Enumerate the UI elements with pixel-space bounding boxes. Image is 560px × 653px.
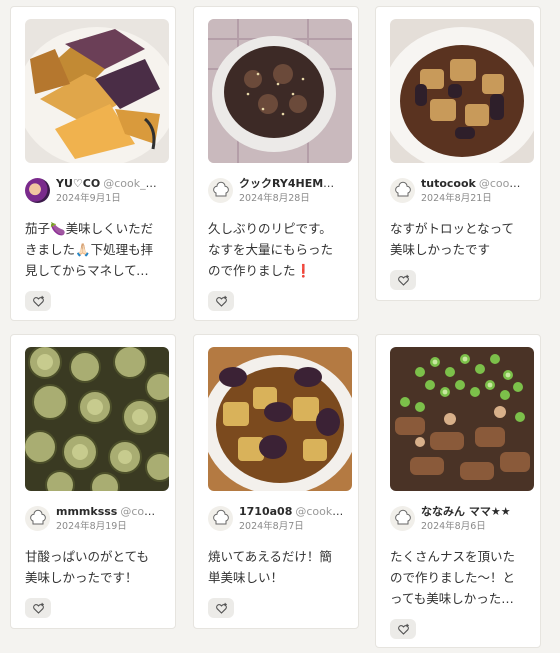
user-name[interactable]: YU♡CO bbox=[56, 177, 100, 190]
heart-plus-icon bbox=[215, 295, 227, 307]
dish-photo[interactable] bbox=[25, 19, 169, 163]
cooksnap-card[interactable]: ななみん ママ★★ 2024年8月6日 たくさんナスを頂いたので作りました〜！と… bbox=[375, 334, 541, 648]
heart-plus-icon bbox=[215, 602, 227, 614]
chef-hat-icon bbox=[212, 509, 229, 524]
heart-plus-icon bbox=[397, 623, 409, 635]
dish-photo[interactable] bbox=[390, 19, 534, 163]
avatar[interactable] bbox=[390, 178, 415, 203]
cooksnap-card[interactable]: tutocook@cook_40... 2024年8月21日 なすがトロッとなっ… bbox=[375, 6, 541, 301]
cooksnap-card[interactable]: クックRY4HEM☆@... 2024年8月28日 久しぶりのリピです。なすを大… bbox=[193, 6, 359, 321]
avatar[interactable] bbox=[208, 178, 233, 203]
reaction-button[interactable] bbox=[25, 598, 51, 618]
user-row[interactable]: 1710a08@cook_40... 2024年8月7日 bbox=[208, 505, 344, 537]
user-row[interactable]: mmmksss@cook_4... 2024年8月19日 bbox=[25, 505, 161, 537]
user-handle: @cook_4... bbox=[120, 505, 161, 518]
reaction-button[interactable] bbox=[208, 598, 234, 618]
avatar[interactable] bbox=[25, 178, 50, 203]
avatar[interactable] bbox=[208, 506, 233, 531]
comment-text: 甘酸っぱいのがとても美味しかったです！ bbox=[25, 549, 150, 585]
post-date: 2024年9月1日 bbox=[56, 193, 121, 204]
reaction-button[interactable] bbox=[25, 291, 51, 311]
user-name[interactable]: tutocook bbox=[421, 177, 476, 190]
user-row[interactable]: ななみん ママ★★ 2024年8月6日 bbox=[390, 505, 526, 537]
user-row[interactable]: YU♡CO@cook_404... 2024年9月1日 bbox=[25, 177, 161, 209]
dish-photo[interactable] bbox=[208, 347, 352, 491]
post-date: 2024年8月6日 bbox=[421, 521, 486, 532]
heart-plus-icon bbox=[32, 602, 44, 614]
user-name[interactable]: クックRY4HEM☆ bbox=[239, 177, 334, 190]
avatar[interactable] bbox=[390, 506, 415, 531]
comment-text: たくさんナスを頂いたので作りました〜！とっても美味しかったです☆ bbox=[390, 549, 516, 606]
user-handle: @... bbox=[336, 177, 344, 190]
dish-photo[interactable] bbox=[208, 19, 352, 163]
user-name[interactable]: 1710a08 bbox=[239, 505, 292, 518]
reaction-button[interactable] bbox=[390, 619, 416, 639]
avatar[interactable] bbox=[25, 506, 50, 531]
reaction-button[interactable] bbox=[390, 270, 416, 290]
dish-photo[interactable] bbox=[25, 347, 169, 491]
comment-text: なすがトロッとなって美味しかったです bbox=[390, 221, 515, 257]
user-row[interactable]: クックRY4HEM☆@... 2024年8月28日 bbox=[208, 177, 344, 209]
comment-text: 焼いてあえるだけ！簡単美味しい！ bbox=[208, 549, 332, 585]
cooksnap-card[interactable]: 1710a08@cook_40... 2024年8月7日 焼いてあえるだけ！簡単… bbox=[193, 334, 359, 629]
cooksnap-card[interactable]: YU♡CO@cook_404... 2024年9月1日 茄子🍆美味しくいただきま… bbox=[10, 6, 176, 321]
user-handle: @cook_40... bbox=[478, 177, 526, 190]
post-date: 2024年8月21日 bbox=[421, 193, 492, 204]
comment-text: 久しぶりのリピです。なすを大量にもらったので作りました❗ bbox=[208, 221, 334, 278]
reaction-button[interactable] bbox=[208, 291, 234, 311]
heart-plus-icon bbox=[397, 274, 409, 286]
user-handle: @cook_40... bbox=[295, 505, 344, 518]
chef-hat-icon bbox=[394, 181, 411, 196]
post-date: 2024年8月7日 bbox=[239, 521, 304, 532]
user-name[interactable]: ななみん ママ★★ bbox=[421, 505, 511, 518]
dish-photo[interactable] bbox=[390, 347, 534, 491]
chef-hat-icon bbox=[29, 509, 46, 524]
user-handle: @cook_404... bbox=[103, 177, 161, 190]
user-row[interactable]: tutocook@cook_40... 2024年8月21日 bbox=[390, 177, 526, 209]
cooksnap-card[interactable]: mmmksss@cook_4... 2024年8月19日 甘酸っぱいのがとても美… bbox=[10, 334, 176, 629]
chef-hat-icon bbox=[212, 181, 229, 196]
post-date: 2024年8月28日 bbox=[239, 193, 310, 204]
comment-text: 茄子🍆美味しくいただきました🙏🏻下処理も拝見してからマネしてます✌🏻... bbox=[25, 221, 154, 278]
post-date: 2024年8月19日 bbox=[56, 521, 127, 532]
user-name[interactable]: mmmksss bbox=[56, 505, 117, 518]
heart-plus-icon bbox=[32, 295, 44, 307]
chef-hat-icon bbox=[394, 509, 411, 524]
